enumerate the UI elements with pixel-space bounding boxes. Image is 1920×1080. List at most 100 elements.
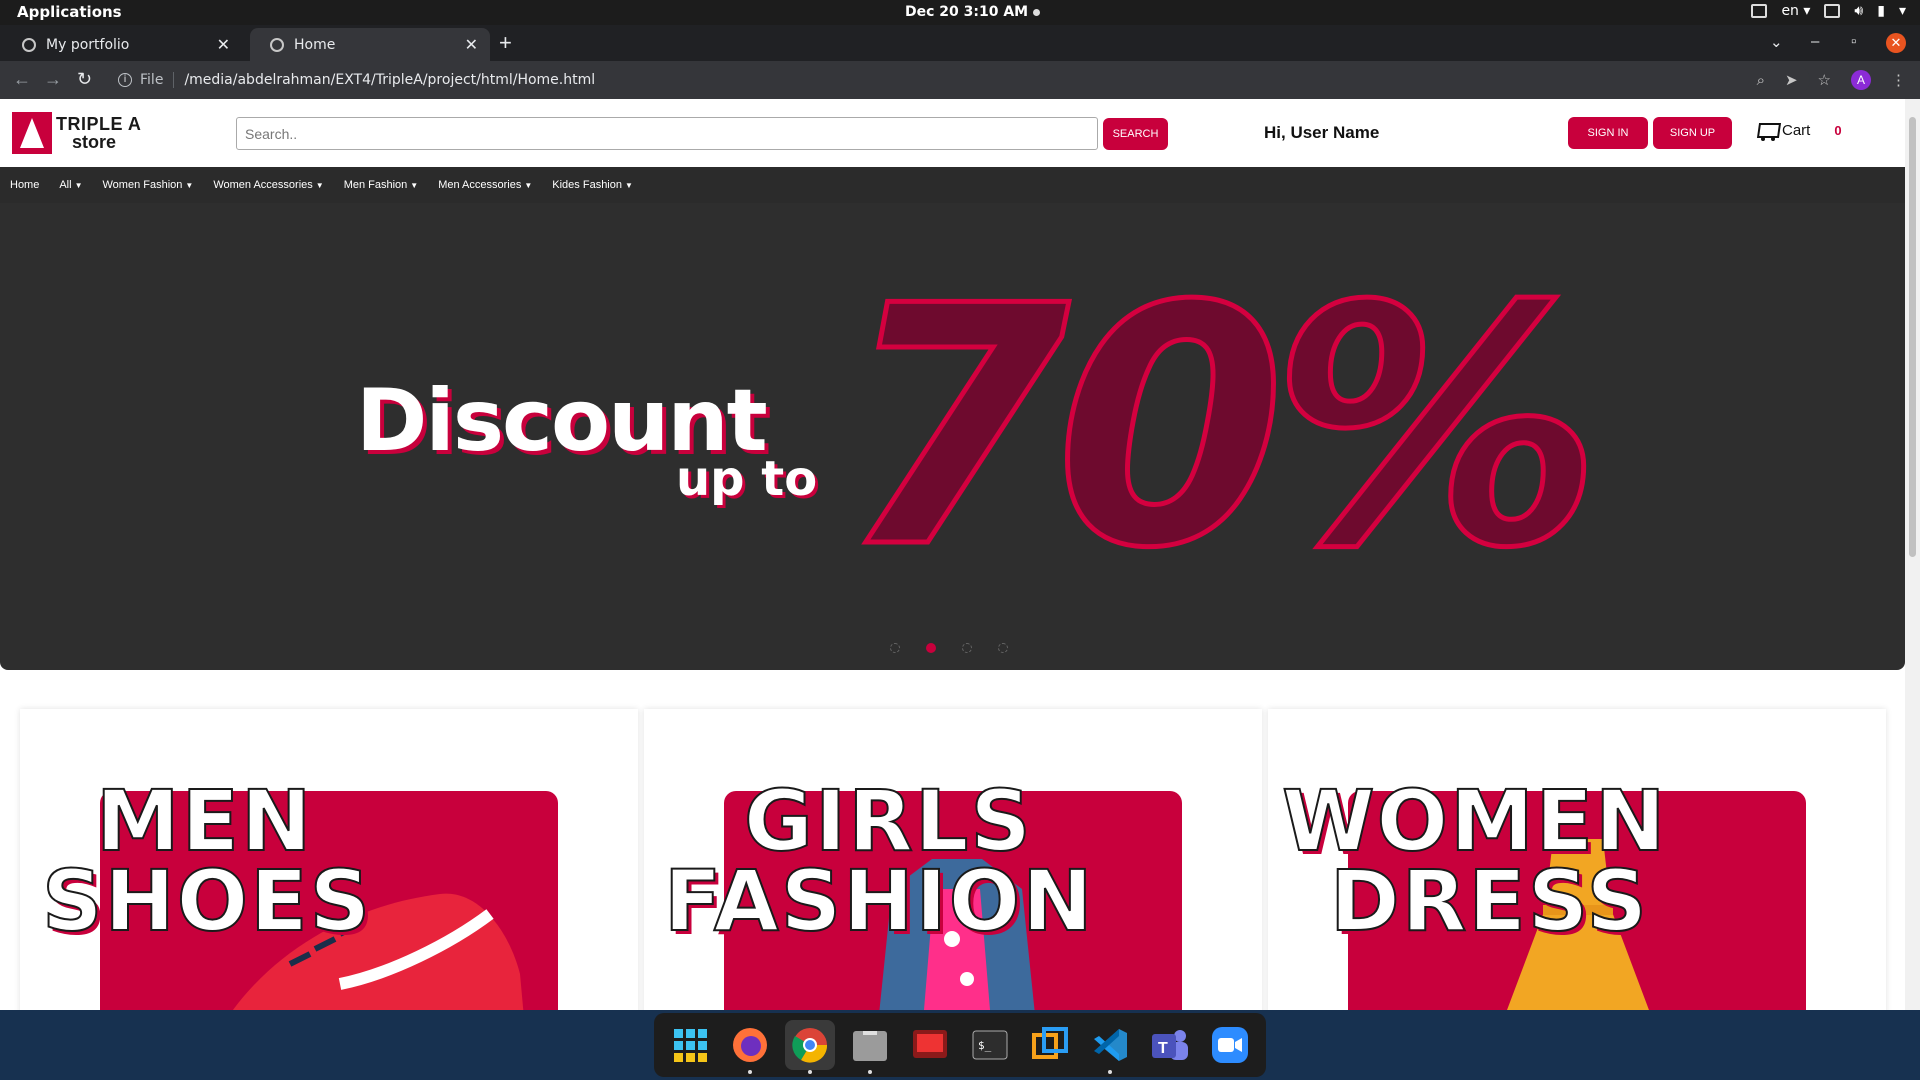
carousel-dot[interactable] [962,643,972,653]
browser-menu-icon[interactable]: ⋮ [1891,71,1906,89]
reload-icon[interactable]: ↻ [77,69,92,90]
chrome-icon[interactable] [785,1020,835,1074]
dock: $_ T [654,1013,1266,1077]
system-tray: en ▾ 🔊︎ ▮ ▾ [1751,3,1906,19]
teams-icon[interactable]: T [1145,1020,1195,1070]
nav-men-fashion[interactable]: Men Fashion ▼ [344,179,419,191]
category-nav: Home All ▼ Women Fashion ▼ Women Accessori… [0,167,1905,203]
nav-men-accessories[interactable]: Men Accessories ▼ [438,179,532,191]
close-tab-icon[interactable]: ✕ [465,35,478,54]
banner-subline: up to [676,451,818,507]
nav-women-fashion[interactable]: Women Fashion ▼ [103,179,194,191]
terminal-icon[interactable]: $_ [965,1020,1015,1070]
card-title-line1: GIRLS [743,772,1033,870]
maximize-icon[interactable]: ▫ [1851,33,1856,50]
profile-avatar[interactable]: A [1851,70,1871,90]
apps-grid-icon[interactable] [665,1020,715,1070]
sign-up-button[interactable]: SIGN UP [1653,117,1732,149]
carousel-dot-active[interactable] [926,643,936,653]
scrollbar-thumb[interactable] [1909,117,1916,557]
clock[interactable]: Dec 20 3:10 AM [905,4,1028,20]
tab-my-portfolio[interactable]: My portfolio ✕ [2,28,242,61]
card-title-line2: SHOES [41,852,373,950]
minimize-icon[interactable]: – [1811,33,1819,50]
back-icon[interactable]: ← [13,69,31,90]
category-cards: MEN SHOES GIRLS FASHION WOMEN DRESS [20,709,1890,1010]
volume-icon[interactable]: 🔊︎ [1854,3,1863,19]
system-top-bar: Applications Dec 20 3:10 AM en ▾ 🔊︎ ▮ ▾ [0,0,1920,25]
card-title-line2: FASHION [663,852,1095,950]
zoom-icon[interactable]: ⌕ [1757,72,1765,89]
system-menu-chevron-icon[interactable]: ▾ [1899,3,1906,19]
card-title-line1: MEN [95,772,314,870]
send-icon[interactable]: ➤ [1785,71,1798,89]
forward-icon[interactable]: → [44,69,62,90]
hero-carousel[interactable]: Discount up to 70% [0,203,1905,670]
category-card-men-shoes[interactable]: MEN SHOES [20,709,638,1010]
running-indicator [808,1070,812,1074]
carousel-dot[interactable] [890,643,900,653]
search-button[interactable]: SEARCH [1103,118,1168,150]
screen-recorder-icon[interactable] [905,1020,955,1070]
nav-kids-fashion[interactable]: Kides Fashion ▼ [552,179,633,191]
carousel-dot[interactable] [998,643,1008,653]
running-indicator [1108,1070,1112,1074]
nav-home[interactable]: Home [10,179,39,191]
caret-down-icon: ▼ [625,180,633,190]
close-tab-icon[interactable]: ✕ [217,35,230,54]
page-scrollbar[interactable] [1905,99,1920,1010]
url-text[interactable]: /media/abdelrahman/EXT4/TripleA/project/… [184,72,595,88]
logo-mark [12,112,52,154]
logo-line2: store [72,132,117,152]
network-icon[interactable] [1824,4,1841,18]
battery-icon[interactable]: ▮ [1877,3,1885,19]
tab-search-chevron-icon[interactable]: ⌄ [1770,33,1783,51]
web-page: TRIPLE A store SEARCH Hi, User Name SIGN… [0,99,1905,1010]
close-window-icon[interactable]: ✕ [1886,33,1906,53]
globe-icon [22,37,36,52]
carousel-indicators [890,643,1008,653]
caret-down-icon: ▼ [315,180,324,190]
category-card-girls-fashion[interactable]: GIRLS FASHION [644,709,1262,1010]
bookmark-star-icon[interactable]: ☆ [1818,71,1831,89]
tab-title: My portfolio [46,36,130,53]
cart-link[interactable]: Cart 0 [1754,119,1842,141]
url-scheme: File [140,72,175,88]
search-input[interactable] [236,117,1098,150]
site-header: TRIPLE A store SEARCH Hi, User Name SIGN… [0,99,1905,167]
running-indicator [868,1070,872,1074]
applications-menu[interactable]: Applications [17,3,122,21]
cart-count: 0 [1834,122,1842,138]
files-icon[interactable] [845,1020,895,1074]
zoom-icon[interactable] [1205,1020,1255,1070]
nav-all[interactable]: All ▼ [59,179,82,191]
caret-down-icon: ▼ [410,180,419,190]
user-greeting: Hi, User Name [1264,123,1380,142]
tab-title: Home [294,36,336,53]
screen-share-icon[interactable] [1751,4,1768,18]
vscode-icon[interactable] [1085,1020,1135,1074]
category-card-women-dress[interactable]: WOMEN DRESS [1268,709,1886,1010]
banner-percent: 70% [838,236,1605,620]
caret-down-icon: ▼ [185,180,194,190]
sign-in-button[interactable]: SIGN IN [1568,117,1648,149]
new-tab-button[interactable]: + [499,28,512,58]
site-logo[interactable]: TRIPLE A store [12,112,141,154]
address-bar[interactable]: i File /media/abdelrahman/EXT4/TripleA/p… [110,65,1810,95]
tab-strip: My portfolio ✕ Home ✕ + ⌄ – ▫ ✕ [0,25,1920,61]
firefox-icon[interactable] [725,1020,775,1074]
site-info-icon[interactable]: i [118,73,132,87]
card-title-line1: WOMEN [1281,772,1668,870]
logo-line1: TRIPLE A [56,114,142,134]
toolbar-actions: ⌕ ➤ ☆ A ⋮ [1757,70,1906,90]
tab-home[interactable]: Home ✕ [250,28,490,61]
card-title-line2: DRESS [1329,852,1650,950]
language-indicator[interactable]: en ▾ [1781,3,1810,19]
globe-icon [270,37,284,52]
caret-down-icon: ▼ [74,180,83,190]
running-indicator [748,1070,752,1074]
svg-text:$_: $_ [978,1039,992,1052]
nav-women-accessories[interactable]: Women Accessories ▼ [213,179,323,191]
svg-text:T: T [1158,1040,1168,1057]
remote-desktop-icon[interactable] [1025,1020,1075,1070]
